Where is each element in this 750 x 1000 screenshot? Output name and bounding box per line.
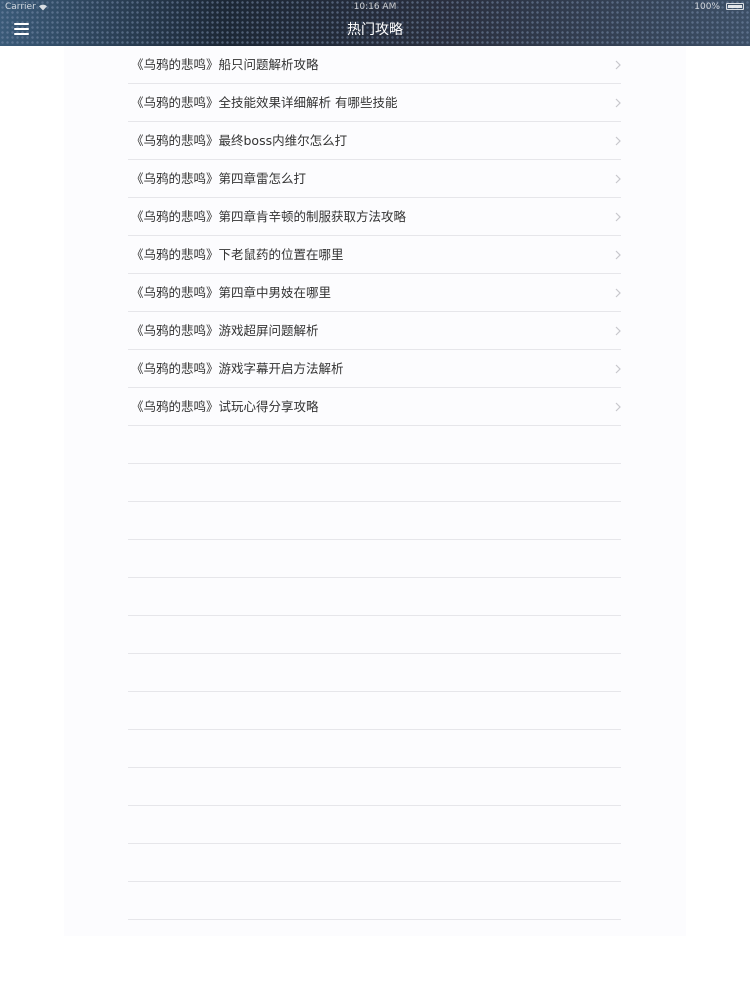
chevron-right-icon <box>615 250 621 260</box>
empty-table-row <box>128 464 621 502</box>
battery-percent: 100% <box>694 2 720 12</box>
list-item[interactable]: 《乌鸦的悲鸣》最终boss内维尔怎么打 <box>128 122 621 160</box>
list-item-label: 《乌鸦的悲鸣》第四章中男妓在哪里 <box>131 285 332 300</box>
empty-table-row <box>128 768 621 806</box>
battery-icon <box>726 3 744 10</box>
empty-table-row <box>128 502 621 540</box>
list-item[interactable]: 《乌鸦的悲鸣》全技能效果详细解析 有哪些技能 <box>128 84 621 122</box>
empty-table-row <box>128 844 621 882</box>
guide-list: 《乌鸦的悲鸣》船只问题解析攻略《乌鸦的悲鸣》全技能效果详细解析 有哪些技能 《乌鸦… <box>128 46 621 920</box>
chevron-right-icon <box>615 288 621 298</box>
empty-table-row <box>128 616 621 654</box>
list-item-label: 《乌鸦的悲鸣》最终boss内维尔怎么打 <box>131 133 348 148</box>
chevron-right-icon <box>615 402 621 412</box>
chevron-right-icon <box>615 174 621 184</box>
list-item[interactable]: 《乌鸦的悲鸣》第四章中男妓在哪里 <box>128 274 621 312</box>
list-item[interactable]: 《乌鸦的悲鸣》游戏字幕开启方法解析 <box>128 350 621 388</box>
list-item[interactable]: 《乌鸦的悲鸣》第四章雷怎么打 <box>128 160 621 198</box>
chevron-right-icon <box>615 60 621 70</box>
list-item[interactable]: 《乌鸦的悲鸣》第四章肯辛顿的制服获取方法攻略 <box>128 198 621 236</box>
chevron-right-icon <box>615 326 621 336</box>
empty-table-row <box>128 578 621 616</box>
empty-table-row <box>128 806 621 844</box>
empty-table-row <box>128 730 621 768</box>
status-bar: Carrier 10:16 AM 100% <box>0 0 750 14</box>
guide-list-container: 《乌鸦的悲鸣》船只问题解析攻略《乌鸦的悲鸣》全技能效果详细解析 有哪些技能 《乌鸦… <box>64 46 686 936</box>
navigation-bar: Carrier 10:16 AM 100% 热门攻略 <box>0 0 750 46</box>
list-item-label: 《乌鸦的悲鸣》船只问题解析攻略 <box>131 57 319 72</box>
chevron-right-icon <box>615 98 621 108</box>
empty-table-row <box>128 882 621 920</box>
list-item[interactable]: 《乌鸦的悲鸣》试玩心得分享攻略 <box>128 388 621 426</box>
status-time: 10:16 AM <box>353 2 397 12</box>
list-item-label: 《乌鸦的悲鸣》全技能效果详细解析 有哪些技能 <box>131 95 398 110</box>
list-item-label: 《乌鸦的悲鸣》试玩心得分享攻略 <box>131 399 319 414</box>
list-item-label: 《乌鸦的悲鸣》第四章雷怎么打 <box>131 171 307 186</box>
page-title: 热门攻略 <box>347 22 403 38</box>
chevron-right-icon <box>615 136 621 146</box>
chevron-right-icon <box>615 364 621 374</box>
list-item[interactable]: 《乌鸦的悲鸣》下老鼠药的位置在哪里 <box>128 236 621 274</box>
empty-table-row <box>128 692 621 730</box>
list-item-label: 《乌鸦的悲鸣》游戏字幕开启方法解析 <box>131 361 344 376</box>
empty-table-row <box>128 654 621 692</box>
list-item-label: 《乌鸦的悲鸣》第四章肯辛顿的制服获取方法攻略 <box>131 209 407 224</box>
list-item[interactable]: 《乌鸦的悲鸣》船只问题解析攻略 <box>128 46 621 84</box>
empty-table-row <box>128 540 621 578</box>
empty-table-row <box>128 426 621 464</box>
list-item-label: 《乌鸦的悲鸣》下老鼠药的位置在哪里 <box>131 247 344 262</box>
list-item[interactable]: 《乌鸦的悲鸣》游戏超屏问题解析 <box>128 312 621 350</box>
list-item-label: 《乌鸦的悲鸣》游戏超屏问题解析 <box>131 323 319 338</box>
chevron-right-icon <box>615 212 621 222</box>
